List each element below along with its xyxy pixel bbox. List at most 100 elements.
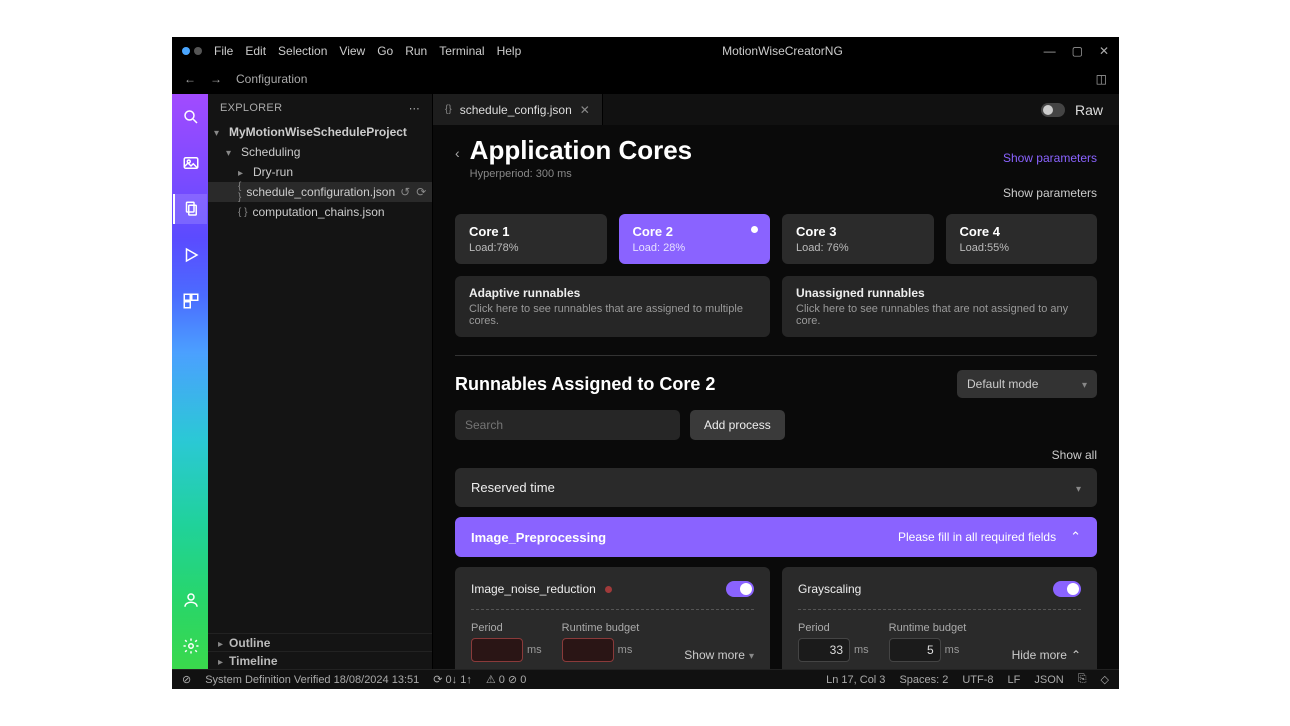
budget-label: Runtime budget xyxy=(562,622,640,634)
explorer-more-icon[interactable]: ⋯ xyxy=(409,102,420,115)
menu-file[interactable]: File xyxy=(214,44,233,58)
adaptive-runnables-panel[interactable]: Adaptive runnables Click here to see run… xyxy=(455,276,770,337)
unit-label: ms xyxy=(527,644,542,656)
chevron-down-icon xyxy=(749,648,754,662)
menu-run[interactable]: Run xyxy=(405,44,427,58)
app-icon xyxy=(182,47,202,55)
nav-back-icon[interactable]: ← xyxy=(184,72,196,86)
unit-label: ms xyxy=(618,644,633,656)
core-3-card[interactable]: Core 3 Load: 76% xyxy=(782,214,934,264)
period-label: Period xyxy=(798,622,869,634)
accordion-label: Reserved time xyxy=(471,480,555,495)
files-icon[interactable] xyxy=(173,194,207,224)
image-icon[interactable] xyxy=(173,148,207,178)
core-name: Core 3 xyxy=(796,224,920,239)
timeline-section[interactable]: Timeline xyxy=(208,651,432,669)
extensions-icon[interactable] xyxy=(173,286,207,316)
image-preprocessing-accordion[interactable]: Image_Preprocessing Please fill in all r… xyxy=(455,517,1097,557)
error-indicator-icon xyxy=(605,586,612,593)
enable-toggle[interactable] xyxy=(726,581,754,597)
period-input[interactable] xyxy=(798,638,850,662)
core-2-card[interactable]: Core 2 Load: 28% xyxy=(619,214,771,264)
core-1-card[interactable]: Core 1 Load:78% xyxy=(455,214,607,264)
card-title: Image_noise_reduction xyxy=(471,582,596,596)
close-button[interactable]: ✕ xyxy=(1099,44,1109,58)
close-icon[interactable]: ✕ xyxy=(580,103,590,117)
outline-label: Outline xyxy=(229,636,270,650)
split-editor-icon[interactable]: ◫ xyxy=(1096,72,1107,86)
folder-label: Scheduling xyxy=(241,145,300,159)
spaces-setting[interactable]: Spaces: 2 xyxy=(899,674,948,686)
menu-view[interactable]: View xyxy=(339,44,365,58)
divider xyxy=(471,609,754,610)
core-4-card[interactable]: Core 4 Load:55% xyxy=(946,214,1098,264)
back-caret-icon[interactable]: ‹ xyxy=(455,145,460,161)
chevron-up-icon: ⌃ xyxy=(1070,529,1081,545)
eol-setting[interactable]: LF xyxy=(1008,674,1021,686)
explorer-title: EXPLORER xyxy=(220,102,282,114)
chevron-right-icon xyxy=(238,165,248,179)
unassigned-runnables-panel[interactable]: Unassigned runnables Click here to see r… xyxy=(782,276,1097,337)
chevron-right-icon xyxy=(218,636,223,650)
gear-icon[interactable] xyxy=(173,631,207,661)
core-name: Core 1 xyxy=(469,224,593,239)
show-parameters-link-2[interactable]: Show parameters xyxy=(1003,186,1097,200)
cursor-position[interactable]: Ln 17, Col 3 xyxy=(826,674,885,686)
mode-select[interactable]: Default mode xyxy=(957,370,1097,398)
language-mode[interactable]: JSON xyxy=(1034,674,1063,686)
tree-folder-dryrun[interactable]: Dry-run xyxy=(208,162,432,182)
menu-terminal[interactable]: Terminal xyxy=(439,44,484,58)
verified-icon: ⊘ xyxy=(182,673,191,686)
maximize-button[interactable]: ▢ xyxy=(1072,44,1083,58)
tab-schedule-config[interactable]: {} schedule_config.json ✕ xyxy=(433,94,603,125)
outline-section[interactable]: Outline xyxy=(208,633,432,651)
undo-icon[interactable]: ↺ xyxy=(400,185,410,199)
tree-file-computation-chains[interactable]: { } computation_chains.json xyxy=(208,202,432,222)
menu-edit[interactable]: Edit xyxy=(245,44,266,58)
core-load: Load:55% xyxy=(960,242,1084,254)
raw-toggle[interactable] xyxy=(1041,103,1065,117)
show-all-link[interactable]: Show all xyxy=(1052,448,1097,462)
encoding-setting[interactable]: UTF-8 xyxy=(962,674,993,686)
sync-status[interactable]: ⟳ 0↓ 1↑ xyxy=(433,673,472,686)
main-menu: File Edit Selection View Go Run Terminal… xyxy=(214,44,521,58)
period-label: Period xyxy=(471,622,542,634)
account-icon[interactable] xyxy=(173,585,207,615)
budget-input[interactable] xyxy=(562,638,614,662)
period-input[interactable] xyxy=(471,638,523,662)
chevron-up-icon: ⌃ xyxy=(1071,648,1081,662)
divider xyxy=(455,355,1097,356)
nav-forward-icon[interactable]: → xyxy=(210,72,222,86)
show-more-link[interactable]: Show more xyxy=(684,648,754,662)
accordion-warning: Please fill in all required fields xyxy=(898,530,1056,544)
run-icon[interactable] xyxy=(173,240,207,270)
errors-status[interactable]: ⚠ 0 ⊘ 0 xyxy=(486,673,527,686)
menu-help[interactable]: Help xyxy=(497,44,522,58)
core-load: Load: 28% xyxy=(633,242,757,254)
tree-folder-scheduling[interactable]: Scheduling xyxy=(208,142,432,162)
menu-go[interactable]: Go xyxy=(377,44,393,58)
page-subtitle: Hyperperiod: 300 ms xyxy=(470,168,993,180)
tree-project[interactable]: MyMotionWiseScheduleProject xyxy=(208,122,432,142)
menu-selection[interactable]: Selection xyxy=(278,44,327,58)
core-name: Core 4 xyxy=(960,224,1084,239)
bell-icon[interactable]: ◇ xyxy=(1101,673,1109,686)
budget-input[interactable] xyxy=(889,638,941,662)
breadcrumb[interactable]: Configuration xyxy=(236,72,307,86)
refresh-icon[interactable]: ⟳ xyxy=(416,185,426,199)
add-process-button[interactable]: Add process xyxy=(690,410,785,440)
chevron-down-icon xyxy=(1076,480,1081,495)
show-parameters-link[interactable]: Show parameters xyxy=(1003,151,1097,165)
timeline-label: Timeline xyxy=(229,654,277,668)
search-input[interactable] xyxy=(455,410,680,440)
search-icon[interactable] xyxy=(173,102,207,132)
feedback-icon[interactable]: ⎘ xyxy=(1078,673,1087,686)
minimize-button[interactable]: — xyxy=(1044,44,1056,58)
hide-more-link[interactable]: Hide more⌃ xyxy=(1012,648,1081,662)
file-label: computation_chains.json xyxy=(252,205,384,219)
runnable-card-grayscaling: Grayscaling Period ms Runtime bud xyxy=(782,567,1097,669)
enable-toggle[interactable] xyxy=(1053,581,1081,597)
active-indicator-icon xyxy=(751,226,758,233)
reserved-time-accordion[interactable]: Reserved time xyxy=(455,468,1097,507)
tree-file-schedule-config[interactable]: { } schedule_configuration.json ↺ ⟳ xyxy=(208,182,432,202)
